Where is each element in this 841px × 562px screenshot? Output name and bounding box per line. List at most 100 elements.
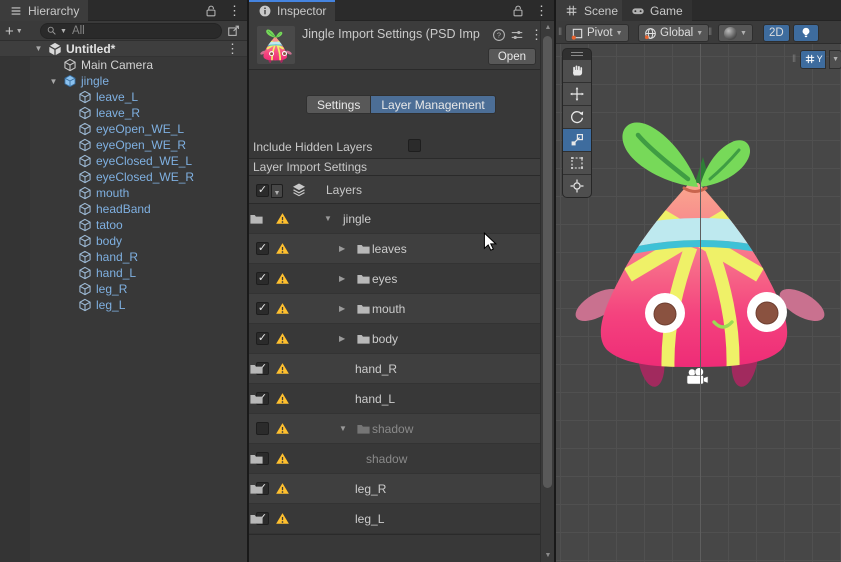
expand-arrow-icon[interactable]: ▶ (339, 244, 345, 253)
toolbar-drag-handle[interactable]: ‖ (708, 27, 713, 38)
layer-name: jingle (343, 212, 372, 226)
expand-arrow-icon[interactable]: ▶ (339, 334, 345, 343)
toolbar-drag-handle[interactable]: ‖ (558, 27, 563, 38)
open-button[interactable]: Open (487, 48, 536, 65)
layer-row-shadow-8[interactable]: shadow (249, 444, 540, 474)
hierarchy-item-eyeclosed_we_r[interactable]: eyeClosed_WE_R ⋮ (0, 169, 247, 185)
kebab-menu-icon[interactable]: ⋮ (535, 4, 548, 17)
tool-scale[interactable] (563, 129, 591, 151)
global-label: Global (660, 27, 694, 39)
hierarchy-item-leg_r[interactable]: leg_R ⋮ (0, 281, 247, 297)
grid-toolbar-handle[interactable]: ‖ (792, 54, 797, 65)
globe-icon (644, 27, 657, 40)
hierarchy-item-untitled-[interactable]: ▼ Untitled* ⋮ (0, 41, 247, 57)
mode-2d-button[interactable]: 2D (763, 24, 790, 42)
hierarchy-item-mouth[interactable]: mouth ⋮ (0, 185, 247, 201)
tab-game[interactable]: Game (622, 0, 692, 21)
object-icon (78, 138, 92, 152)
hierarchy-item-eyeopen_we_r[interactable]: eyeOpen_WE_R ⋮ (0, 137, 247, 153)
warning-icon (275, 211, 290, 226)
object-icon (78, 218, 92, 232)
tab-scene[interactable]: Scene (556, 0, 628, 21)
layer-checkbox[interactable] (256, 302, 269, 315)
tool-rect[interactable] (563, 152, 591, 174)
expand-arrow-icon[interactable]: ▶ (339, 274, 345, 283)
tool-transform[interactable] (563, 175, 591, 197)
hierarchy-item-leave_l[interactable]: leave_L ⋮ (0, 89, 247, 105)
tools-drag-handle[interactable] (563, 49, 591, 59)
hierarchy-item-eyeclosed_we_l[interactable]: eyeClosed_WE_L ⋮ (0, 153, 247, 169)
layer-name: eyes (372, 272, 398, 286)
shading-mode-dropdown[interactable]: ▼ (718, 24, 753, 42)
expand-arrow-icon[interactable]: ▼ (33, 44, 44, 53)
layer-checkbox[interactable] (256, 242, 269, 255)
lock-icon[interactable] (204, 4, 218, 18)
camera-gizmo-icon[interactable] (684, 366, 710, 388)
include-hidden-layers-checkbox[interactable] (408, 139, 421, 152)
hierarchy-tab-label: Hierarchy (28, 3, 80, 18)
kebab-menu-icon[interactable]: ⋮ (228, 4, 241, 17)
presets-icon[interactable] (510, 28, 524, 42)
layer-checkbox[interactable] (256, 422, 269, 435)
layer-row-shadow-7[interactable]: ▼ shadow (249, 414, 540, 444)
hierarchy-item-hand_l[interactable]: hand_L ⋮ (0, 265, 247, 281)
layer-name: leaves (372, 242, 407, 256)
layer-row-jingle-0[interactable]: ▼ jingle (249, 204, 540, 234)
grid-icon (804, 53, 816, 65)
hierarchy-item-label: leave_R (96, 106, 141, 120)
global-dropdown[interactable]: Global ▼ (638, 24, 710, 42)
lock-icon[interactable] (511, 4, 525, 18)
game-tab-label: Game (650, 3, 683, 18)
scene-viewport[interactable] (556, 44, 841, 562)
search-input[interactable]: ▼ All (40, 23, 222, 39)
tool-rotate[interactable] (563, 106, 591, 128)
hierarchy-item-leave_r[interactable]: leave_R ⋮ (0, 105, 247, 121)
layers-checkbox-caret[interactable]: ▼ (271, 184, 283, 198)
layer-row-eyes-2[interactable]: ▶ eyes (249, 264, 540, 294)
tab-inspector[interactable]: Inspector (249, 0, 336, 21)
scrollbar-thumb[interactable] (543, 36, 552, 488)
hierarchy-item-body[interactable]: body ⋮ (0, 233, 247, 249)
layer-checkbox[interactable] (256, 272, 269, 285)
kebab-menu-icon[interactable]: ⋮ (226, 42, 239, 55)
scene-lighting-button[interactable] (793, 24, 819, 42)
expand-arrow-icon[interactable]: ▼ (48, 77, 59, 86)
layer-row-body-4[interactable]: ▶ body (249, 324, 540, 354)
search-scope-caret-icon[interactable]: ▼ (60, 28, 67, 35)
tab-layer-management[interactable]: Layer Management (371, 95, 496, 114)
hierarchy-item-tatoo[interactable]: tatoo ⋮ (0, 217, 247, 233)
expand-arrow-icon[interactable]: ▼ (339, 424, 347, 433)
pivot-dropdown[interactable]: Pivot ▼ (565, 24, 629, 42)
expand-arrow-icon[interactable]: ▼ (324, 214, 332, 223)
hierarchy-item-hand_r[interactable]: hand_R ⋮ (0, 249, 247, 265)
expand-arrow-icon[interactable]: ▶ (339, 304, 345, 313)
object-icon (78, 106, 92, 120)
help-icon[interactable] (492, 28, 506, 42)
search-window-icon[interactable] (227, 24, 241, 38)
inspector-scrollbar[interactable]: ▲ ▼ (540, 21, 554, 562)
grid-options-caret[interactable]: ▼ (829, 49, 841, 69)
add-object-button[interactable]: + ▼ (5, 22, 31, 40)
layers-master-checkbox[interactable] (256, 184, 269, 197)
tool-hand[interactable] (563, 60, 591, 82)
tool-move[interactable] (563, 83, 591, 105)
layer-row-leg_r-9[interactable]: leg_R (249, 474, 540, 504)
include-hidden-layers-row: Include Hidden Layers (253, 138, 540, 156)
layer-row-mouth-3[interactable]: ▶ mouth (249, 294, 540, 324)
hierarchy-item-headband[interactable]: headBand ⋮ (0, 201, 247, 217)
tab-settings[interactable]: Settings (306, 95, 372, 114)
scroll-up-icon[interactable]: ▲ (541, 24, 555, 31)
hierarchy-item-main-camera[interactable]: Main Camera ⋮ (0, 57, 247, 73)
tab-hierarchy[interactable]: Hierarchy (0, 0, 89, 21)
hierarchy-item-jingle[interactable]: ▼ jingle ⋮ (0, 73, 247, 89)
grid-visibility-button[interactable]: Y (800, 49, 827, 69)
hierarchy-item-leg_l[interactable]: leg_L ⋮ (0, 297, 247, 313)
info-icon (258, 4, 272, 18)
layer-row-hand_l-6[interactable]: hand_L (249, 384, 540, 414)
layer-row-leg_l-10[interactable]: leg_L (249, 504, 540, 534)
scroll-down-icon[interactable]: ▼ (541, 552, 555, 559)
hierarchy-item-eyeopen_we_l[interactable]: eyeOpen_WE_L ⋮ (0, 121, 247, 137)
layer-checkbox[interactable] (256, 332, 269, 345)
hierarchy-item-label: headBand (96, 202, 151, 216)
layer-row-hand_r-5[interactable]: hand_R (249, 354, 540, 384)
